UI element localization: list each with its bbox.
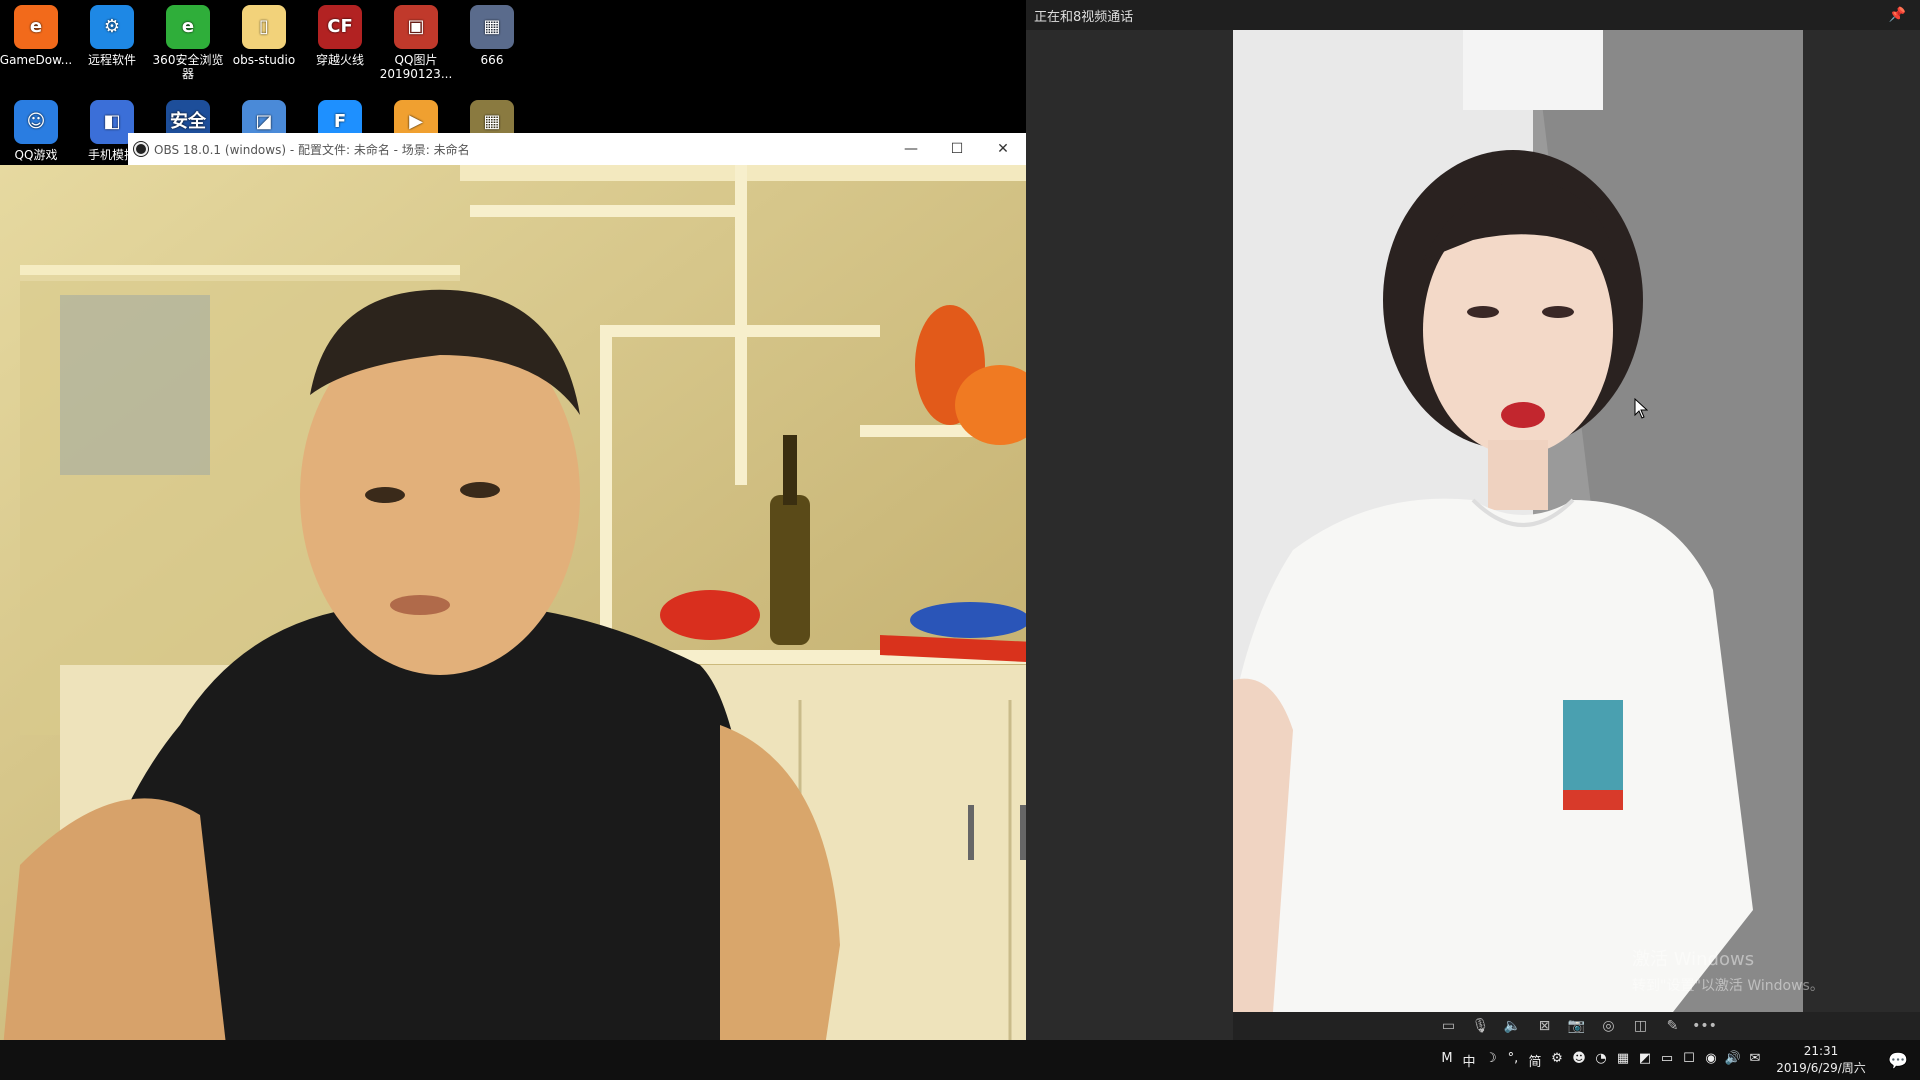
tray-icon[interactable]: °, xyxy=(1502,1051,1524,1070)
pin-icon[interactable]: 📌 xyxy=(1889,7,1906,23)
tray-icon[interactable]: ▦ xyxy=(1612,1051,1634,1070)
obs-window-titlebar[interactable]: OBS 18.0.1 (windows) - 配置文件: 未命名 - 场景: 未… xyxy=(128,133,1026,165)
desktop-app-icon: ⚙ xyxy=(90,5,134,49)
desktop-screen: e GameDow... ⚙ 远程软件 e 360安全浏览 器 ▯ obs-studio CF 穿… xyxy=(0,0,1920,1080)
call-toolbar-button[interactable]: ✎ xyxy=(1662,1015,1684,1037)
call-toolbar-button[interactable]: ◫ xyxy=(1630,1015,1652,1037)
call-toolbar-button[interactable]: ▭ xyxy=(1438,1015,1460,1037)
tray-icon[interactable]: ☽ xyxy=(1480,1051,1502,1070)
tray-icon[interactable]: 中 xyxy=(1458,1051,1480,1070)
desktop-icon-label: QQ图片 20190123... xyxy=(379,53,453,81)
desktop-icon[interactable]: CF 穿越火线 xyxy=(304,5,376,67)
desktop-app-icon: e xyxy=(166,5,210,49)
desktop-app-icon: ▣ xyxy=(394,5,438,49)
desktop-app-icon: ☺ xyxy=(14,100,58,144)
windows-activation-watermark: 激活 Windows 转到"设置"以激活 Windows。 xyxy=(1632,945,1824,995)
desktop-icon-label: 穿越火线 xyxy=(315,53,364,67)
call-toolbar-button[interactable]: ⊠ xyxy=(1534,1015,1556,1037)
desktop-icon-label: obs-studio xyxy=(232,53,296,67)
tray-icon[interactable]: ◩ xyxy=(1634,1051,1656,1070)
tray-icon[interactable]: ◔ xyxy=(1590,1051,1612,1070)
system-tray: M 中 ☽ °, 简 ⚙ ☻ ◔ ▦ ◩ ▭ ☐ ◉ 🔊 ✉ 21:31 2019/6/29/周六 💬 xyxy=(1436,1040,1920,1080)
tray-icons: M 中 ☽ °, 简 ⚙ ☻ ◔ ▦ ◩ ▭ ☐ ◉ 🔊 ✉ xyxy=(1436,1051,1766,1070)
desktop-app-icon: ▦ xyxy=(470,5,514,49)
call-status-title: 正在和8视频通话 xyxy=(1034,9,1134,25)
desktop-icon-label: 远程软件 xyxy=(87,53,136,67)
remote-caller-image xyxy=(1233,30,1803,1012)
obs-window-title: OBS 18.0.1 (windows) - 配置文件: 未命名 - 场景: 未… xyxy=(154,142,470,157)
desktop-icon[interactable]: ▣ QQ图片 20190123... xyxy=(380,5,452,81)
tray-icon[interactable]: ☻ xyxy=(1568,1051,1590,1070)
obs-logo-icon xyxy=(134,142,148,156)
tray-icon[interactable]: 简 xyxy=(1524,1051,1546,1070)
minimize-button[interactable]: — xyxy=(888,133,934,165)
clock-time: 21:31 xyxy=(1803,1044,1839,1058)
taskbar-clock[interactable]: 21:31 2019/6/29/周六 xyxy=(1766,1043,1876,1077)
desktop-icon-label: QQ游戏 xyxy=(14,148,58,162)
desktop-icon-label: 666 xyxy=(480,53,504,67)
watermark-subtitle: 转到"设置"以激活 Windows。 xyxy=(1632,978,1824,994)
call-header[interactable]: 正在和8视频通话 📌 xyxy=(1026,0,1920,30)
mouse-cursor-icon xyxy=(1634,398,1648,419)
call-toolbar-button[interactable]: ◎ xyxy=(1598,1015,1620,1037)
tray-icon[interactable]: ☐ xyxy=(1678,1051,1700,1070)
taskbar: M 中 ☽ °, 简 ⚙ ☻ ◔ ▦ ◩ ▭ ☐ ◉ 🔊 ✉ 21:31 2019/6/29/周六 💬 xyxy=(0,1040,1920,1080)
tray-icon[interactable]: ✉ xyxy=(1744,1051,1766,1070)
desktop-app-icon: e xyxy=(14,5,58,49)
desktop-icon[interactable]: ⚙ 远程软件 xyxy=(76,5,148,67)
desktop-icon[interactable]: ▦ 666 xyxy=(456,5,528,67)
call-toolbar-button[interactable]: ••• xyxy=(1692,1015,1717,1037)
clock-date: 2019/6/29/周六 xyxy=(1776,1061,1866,1075)
tray-icon[interactable]: ⚙ xyxy=(1546,1051,1568,1070)
close-button[interactable]: ✕ xyxy=(980,133,1026,165)
notification-center-icon[interactable]: 💬 xyxy=(1876,1051,1920,1070)
desktop-app-icon: ▯ xyxy=(242,5,286,49)
desktop-icon[interactable]: e GameDow... xyxy=(0,5,72,67)
desktop-icon[interactable]: ☺ QQ游戏 xyxy=(0,100,72,162)
tray-icon[interactable]: ◉ xyxy=(1700,1051,1722,1070)
desktop-icon-label: 360安全浏览 器 xyxy=(152,53,224,81)
remote-video-feed xyxy=(1233,30,1803,1012)
desktop-icon-label: GameDow... xyxy=(0,53,73,67)
desktop-app-icon: CF xyxy=(318,5,362,49)
tray-icon[interactable]: M xyxy=(1436,1051,1458,1070)
desktop-icon[interactable]: e 360安全浏览 器 xyxy=(152,5,224,81)
call-toolbar-button[interactable]: 🎙 xyxy=(1470,1015,1492,1037)
desktop-icon[interactable]: ▯ obs-studio xyxy=(228,5,300,67)
maximize-button[interactable]: ☐ xyxy=(934,133,980,165)
call-toolbar: ▭ 🎙 🔈 ⊠ 📷 ◎ ◫ ✎ ••• xyxy=(1233,1012,1920,1040)
watermark-title: 激活 Windows xyxy=(1632,949,1755,970)
call-toolbar-button[interactable]: 🔈 xyxy=(1502,1015,1524,1037)
video-call-window: 正在和8视频通话 📌 ▭ 🎙 🔈 ⊠ 📷 ◎ ◫ ✎ ••• xyxy=(1026,0,1920,1040)
tray-icon[interactable]: 🔊 xyxy=(1722,1051,1744,1070)
tray-icon[interactable]: ▭ xyxy=(1656,1051,1678,1070)
call-toolbar-button[interactable]: 📷 xyxy=(1566,1015,1588,1037)
